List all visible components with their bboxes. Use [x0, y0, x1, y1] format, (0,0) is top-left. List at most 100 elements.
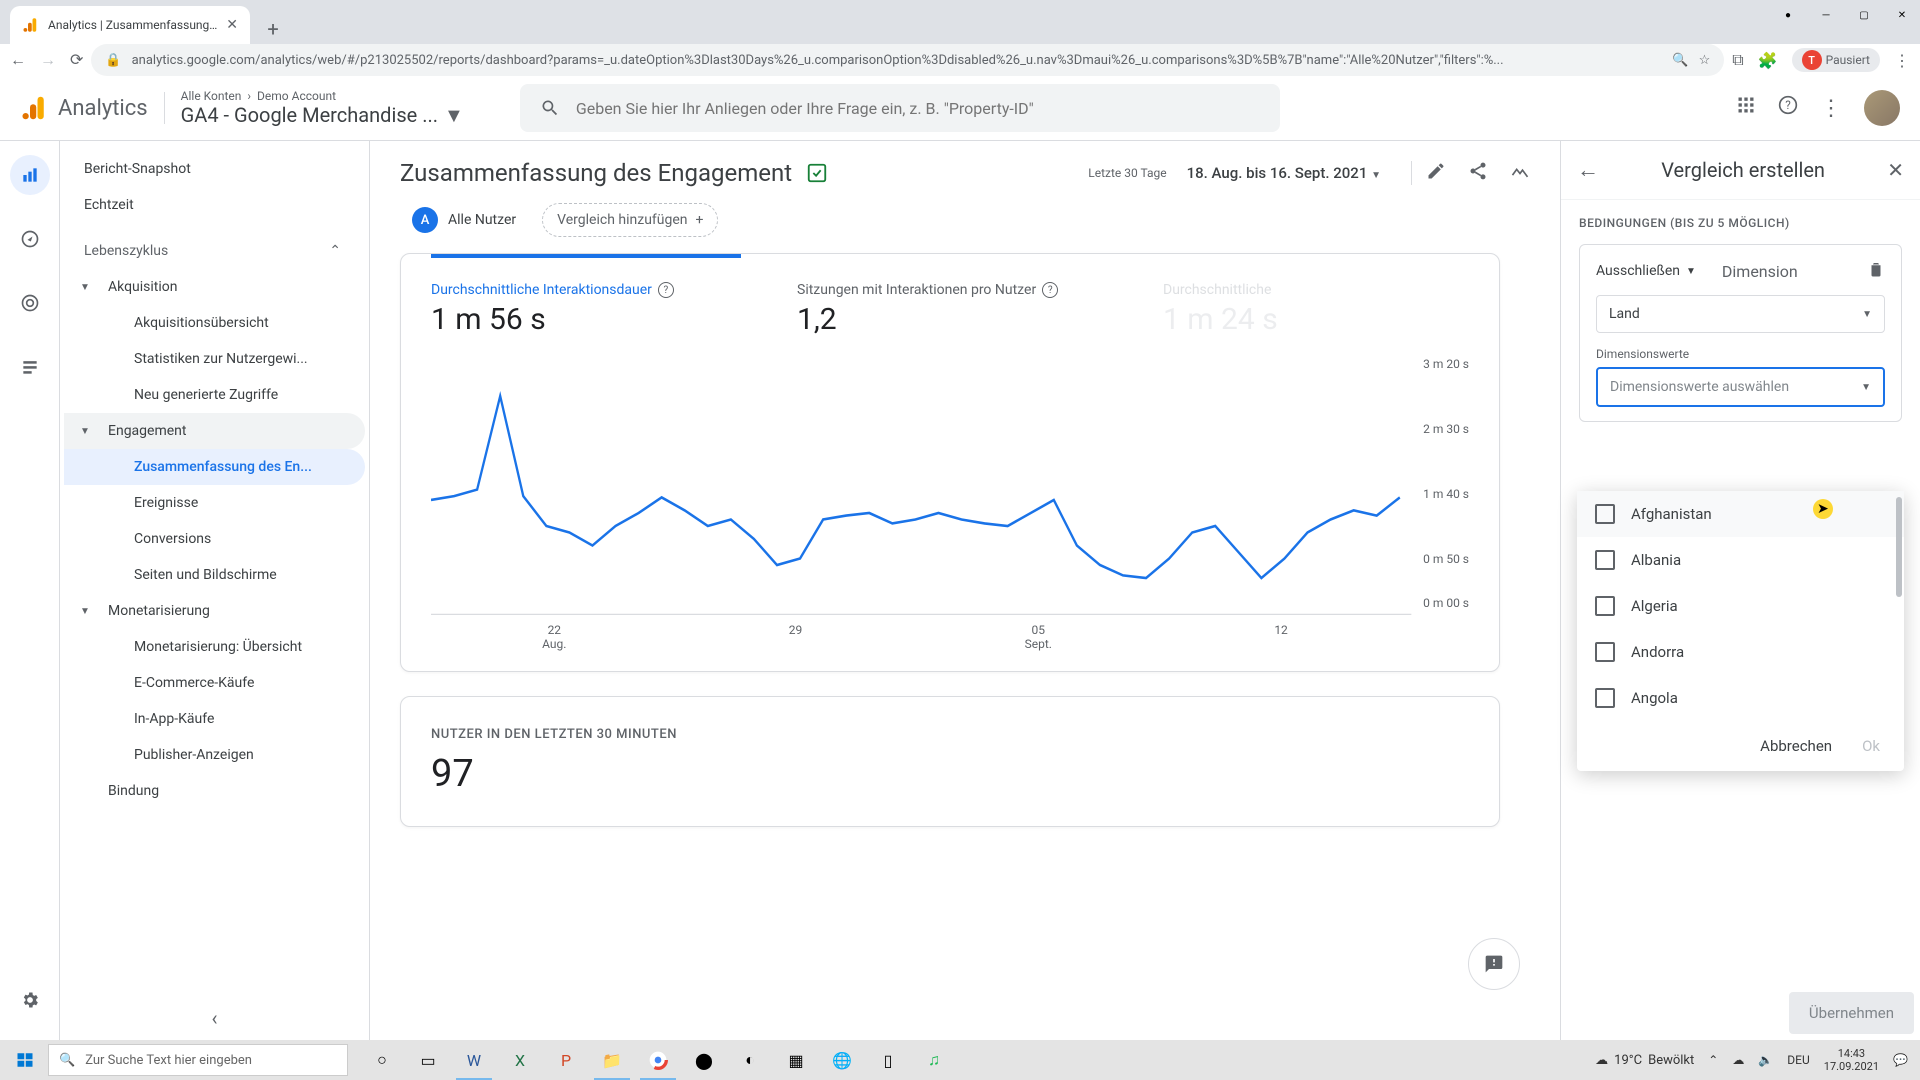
segment-all-users[interactable]: A Alle Nutzer	[400, 203, 528, 237]
sidebar-item-eng-0[interactable]: Zusammenfassung des En...	[64, 449, 365, 485]
sidebar-item-mon-3[interactable]: Publisher-Anzeigen	[64, 737, 365, 773]
taskbar-app3[interactable]: ▯	[866, 1040, 910, 1080]
sidebar-item-engagement[interactable]: ▼Engagement	[64, 413, 365, 449]
kebab-icon[interactable]: ⋮	[1894, 51, 1910, 70]
cast-icon[interactable]: ⧉	[1732, 50, 1743, 70]
tab-close-icon[interactable]: ✕	[226, 17, 238, 33]
extensions-icon[interactable]: 🧩	[1758, 51, 1778, 70]
checkbox[interactable]	[1595, 642, 1615, 662]
sidebar-item-snapshot[interactable]: Bericht-Snapshot	[64, 151, 365, 187]
insights-icon[interactable]	[1510, 161, 1530, 185]
rail-advertising[interactable]	[10, 283, 50, 323]
back-button[interactable]: ←	[10, 50, 26, 70]
taskbar-app2[interactable]: ▦	[774, 1040, 818, 1080]
start-button[interactable]	[4, 1040, 46, 1080]
sidebar-item-eng-3[interactable]: Seiten und Bildschirme	[64, 557, 365, 593]
sidebar-item-acq-1[interactable]: Statistiken zur Nutzergewi...	[64, 341, 365, 377]
sidebar-item-monetization[interactable]: ▼Monetarisierung	[64, 593, 365, 629]
edit-icon[interactable]	[1426, 161, 1446, 185]
tray-onedrive-icon[interactable]: ☁	[1732, 1053, 1744, 1067]
browser-tab[interactable]: Analytics | Zusammenfassung de ✕	[10, 6, 250, 44]
dropdown-ok-button[interactable]: Ok	[1862, 737, 1880, 755]
sidebar-item-realtime[interactable]: Echtzeit	[64, 187, 365, 223]
add-comparison-button[interactable]: Vergleich hinzufügen +	[542, 203, 718, 237]
checkbox[interactable]	[1595, 596, 1615, 616]
maximize-button[interactable]: ▢	[1846, 0, 1882, 30]
zoom-icon[interactable]: 🔍	[1672, 53, 1688, 68]
dropdown-cancel-button[interactable]: Abbrechen	[1760, 737, 1832, 755]
minimize-button[interactable]: ─	[1808, 0, 1844, 30]
share-icon[interactable]	[1468, 161, 1488, 185]
apps-icon[interactable]	[1736, 95, 1756, 121]
rail-configure[interactable]	[10, 347, 50, 387]
dropdown-item[interactable]: Algeria	[1577, 583, 1904, 629]
account-dot-icon[interactable]: ●	[1770, 0, 1806, 30]
taskbar-spotify[interactable]: ♫	[912, 1040, 956, 1080]
scrollbar[interactable]	[1896, 497, 1902, 597]
star-icon[interactable]: ☆	[1699, 53, 1711, 68]
checkbox[interactable]	[1595, 688, 1615, 708]
sidebar-collapse-button[interactable]: ‹	[211, 1006, 217, 1030]
sidebar-item-eng-2[interactable]: Conversions	[64, 521, 365, 557]
include-exclude-dropdown[interactable]: Ausschließen▼	[1596, 263, 1696, 279]
date-range-picker[interactable]: 18. Aug. bis 16. Sept. 2021 ▼	[1187, 164, 1381, 182]
property-selector[interactable]: Alle Konten › Demo Account GA4 - Google …	[181, 89, 464, 128]
sidebar-item-retention[interactable]: Bindung	[64, 773, 365, 809]
rail-explore[interactable]	[10, 219, 50, 259]
sidebar-item-eng-1[interactable]: Ereignisse	[64, 485, 365, 521]
help-icon[interactable]: ?	[1042, 282, 1058, 298]
taskbar-powerpoint[interactable]: P	[544, 1040, 588, 1080]
metric-0[interactable]: Durchschnittliche Interaktionsdauer? 1 m…	[401, 254, 767, 347]
sidebar-item-acq-0[interactable]: Akquisitionsübersicht	[64, 305, 365, 341]
new-tab-button[interactable]: +	[258, 14, 288, 44]
forward-button[interactable]: →	[40, 50, 56, 70]
feedback-button[interactable]	[1468, 938, 1520, 990]
metric-2[interactable]: Durchschnittliche 1 m 24 s	[1133, 254, 1499, 347]
taskbar-excel[interactable]: X	[498, 1040, 542, 1080]
apply-button[interactable]: Übernehmen	[1789, 992, 1914, 1034]
taskbar-word[interactable]: W	[452, 1040, 496, 1080]
tray-clock[interactable]: 14:43 17.09.2021	[1824, 1047, 1879, 1073]
close-icon[interactable]: ✕	[1887, 158, 1904, 182]
sidebar-item-mon-0[interactable]: Monetarisierung: Übersicht	[64, 629, 365, 665]
help-icon[interactable]: ?	[658, 282, 674, 298]
close-window-button[interactable]: ✕	[1884, 0, 1920, 30]
taskbar-chrome[interactable]	[636, 1040, 680, 1080]
taskbar-search[interactable]: 🔍 Zur Suche Text hier eingeben	[48, 1044, 348, 1076]
rail-settings[interactable]	[10, 980, 50, 1020]
url-field[interactable]: 🔒 analytics.google.com/analytics/web/#/p…	[91, 44, 1724, 76]
dropdown-item[interactable]: Afghanistan	[1577, 491, 1904, 537]
sidebar-item-acq-2[interactable]: Neu generierte Zugriffe	[64, 377, 365, 413]
taskbar-edge[interactable]: 🌐	[820, 1040, 864, 1080]
dropdown-item[interactable]: Andorra	[1577, 629, 1904, 675]
taskbar-weather[interactable]: ☁ 19°C Bewölkt	[1595, 1053, 1694, 1068]
sidebar-item-mon-2[interactable]: In-App-Käufe	[64, 701, 365, 737]
tray-chevron-icon[interactable]: ⌃	[1708, 1053, 1718, 1067]
dimension-select[interactable]: Land ▼	[1596, 295, 1885, 333]
values-select[interactable]: Dimensionswerte auswählen ▼	[1596, 367, 1885, 407]
sidebar-item-acquisition[interactable]: ▼Akquisition	[64, 269, 365, 305]
ga-logo[interactable]: Analytics	[20, 93, 148, 123]
taskbar-explorer[interactable]: 📁	[590, 1040, 634, 1080]
kebab-icon[interactable]: ⋮	[1820, 96, 1842, 121]
rail-reports[interactable]	[10, 155, 50, 195]
tray-language[interactable]: DEU	[1787, 1053, 1809, 1067]
tray-notifications-icon[interactable]: 💬	[1893, 1053, 1908, 1067]
user-avatar[interactable]	[1864, 90, 1900, 126]
reload-button[interactable]: ⟳	[70, 50, 83, 70]
delete-condition-icon[interactable]	[1867, 259, 1885, 283]
taskbar-cortana[interactable]: ○	[360, 1040, 404, 1080]
taskbar-app1[interactable]: ◐	[728, 1040, 772, 1080]
back-icon[interactable]: ←	[1577, 157, 1599, 183]
checkbox[interactable]	[1595, 550, 1615, 570]
tray-network-icon[interactable]: 🔈	[1758, 1053, 1773, 1067]
dropdown-item[interactable]: Albania	[1577, 537, 1904, 583]
help-icon[interactable]: ?	[1778, 95, 1798, 121]
checkbox[interactable]	[1595, 504, 1615, 524]
sidebar-item-mon-1[interactable]: E-Commerce-Käufe	[64, 665, 365, 701]
metric-1[interactable]: Sitzungen mit Interaktionen pro Nutzer? …	[767, 254, 1133, 347]
profile-badge[interactable]: T Pausiert	[1792, 48, 1880, 72]
ga-search[interactable]	[520, 84, 1280, 132]
sidebar-section-lifecycle[interactable]: Lebenszyklus⌃	[64, 233, 365, 269]
search-input[interactable]	[576, 99, 1260, 118]
